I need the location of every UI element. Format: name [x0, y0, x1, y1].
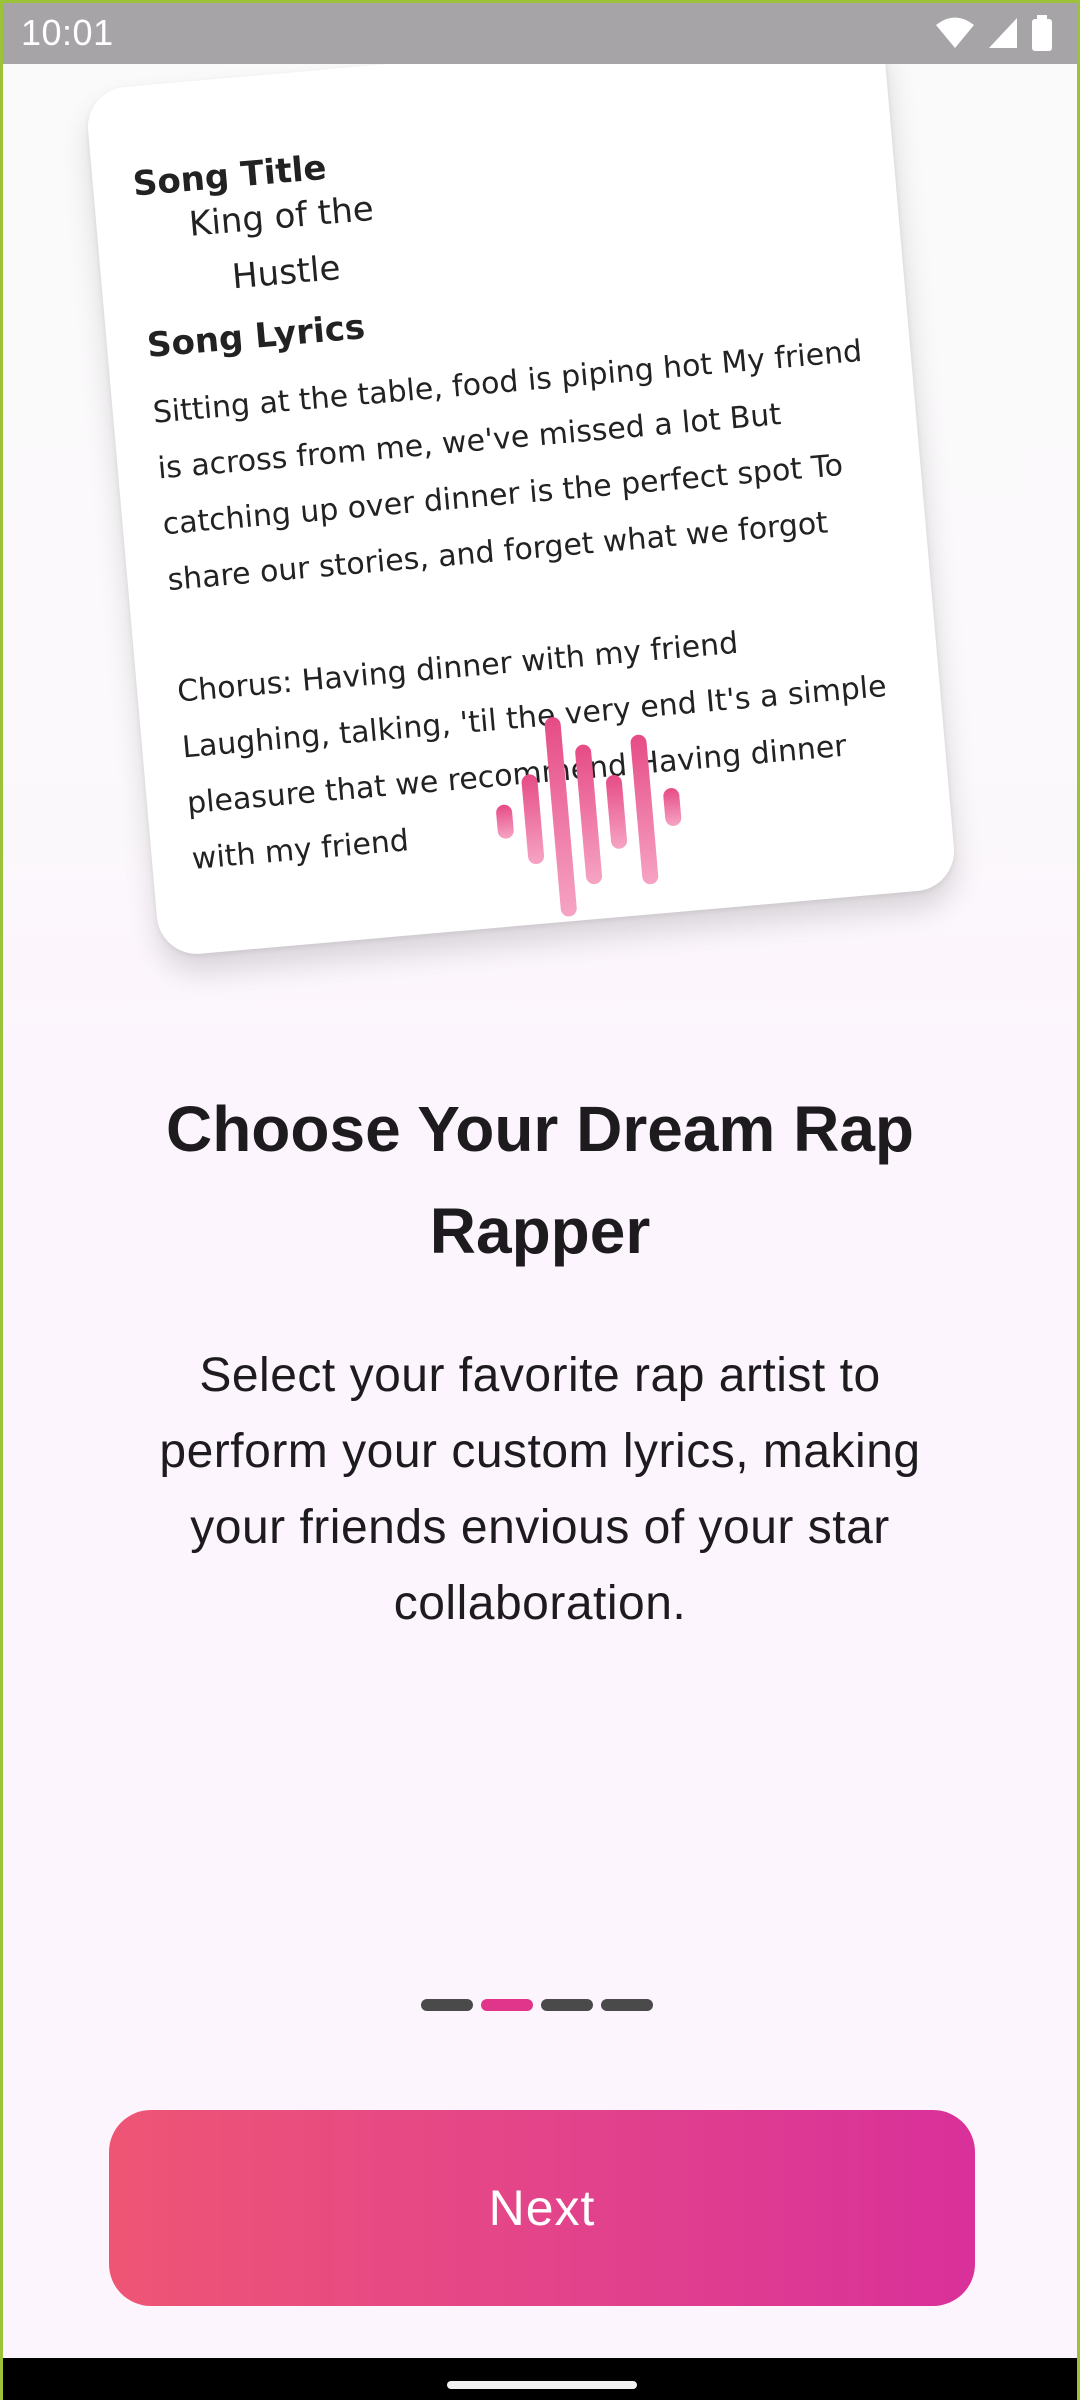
onboarding-description: Select your favorite rap artist to perfo… — [159, 1349, 921, 1630]
song-lyrics-label: Song Lyrics — [145, 307, 367, 366]
page-indicator-dot — [541, 1999, 593, 2011]
page-indicator-dot — [481, 1999, 533, 2011]
sound-wave-icon — [486, 700, 714, 931]
status-icons — [935, 15, 1053, 56]
home-gesture-handle[interactable] — [447, 2381, 637, 2389]
battery-icon — [1031, 15, 1053, 56]
cellular-signal-icon — [987, 16, 1019, 55]
status-bar: 10:01 — [3, 3, 1077, 64]
app-screen: 10:01 Song Title King of the Hustle Song… — [0, 0, 1080, 2400]
status-time: 10:01 — [21, 12, 114, 53]
page-indicator — [421, 1999, 653, 2011]
hero-illustration: Song Title King of the Hustle Song Lyric… — [3, 64, 1077, 1054]
wifi-icon — [935, 16, 975, 55]
onboarding-title: Choose Your Dream Rap Rapper — [165, 1093, 915, 1267]
lyrics-card: Song Title King of the Hustle Song Lyric… — [84, 64, 958, 958]
next-button[interactable]: Next — [109, 2110, 975, 2306]
song-title-value: King of the Hustle — [187, 188, 376, 298]
page-indicator-dot — [601, 1999, 653, 2011]
system-navigation-bar — [3, 2358, 1077, 2400]
page-indicator-dot — [421, 1999, 473, 2011]
